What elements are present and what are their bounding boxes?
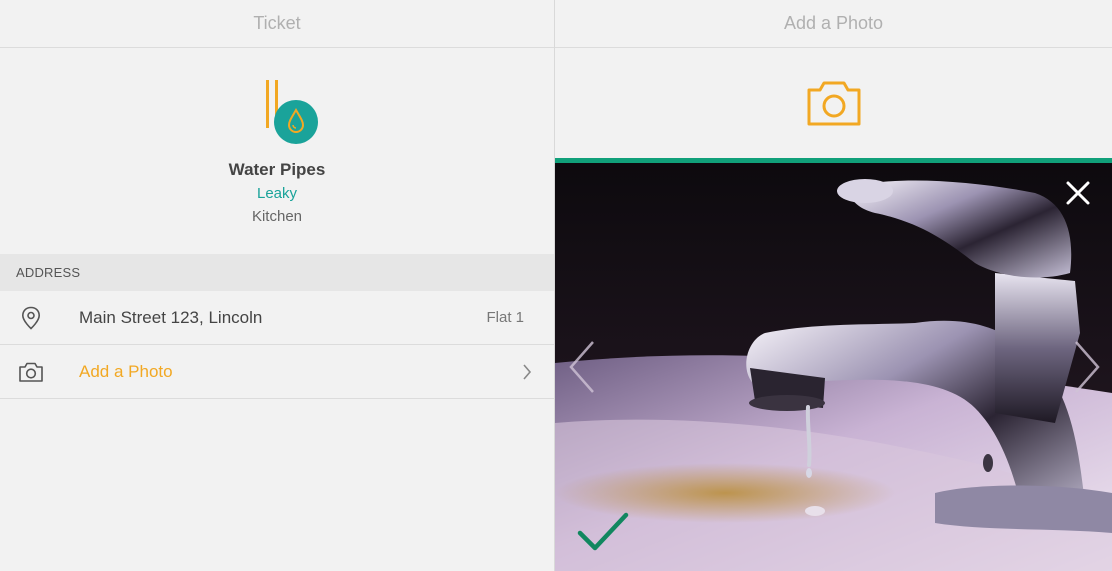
ticket-header: Ticket: [0, 0, 554, 48]
close-icon[interactable]: [1064, 179, 1092, 207]
add-photo-header: Add a Photo: [555, 0, 1112, 48]
add-photo-row[interactable]: Add a Photo: [0, 345, 554, 399]
ticket-header-title: Ticket: [253, 13, 301, 33]
address-unit: Flat 1: [486, 309, 524, 326]
ticket-title: Water Pipes: [228, 160, 326, 179]
dripping-faucet-photo: [555, 163, 1112, 571]
camera-icon[interactable]: [806, 79, 862, 127]
camera-icon: [0, 361, 62, 383]
checkmark-icon[interactable]: [577, 511, 629, 553]
chevron-left-icon[interactable]: [567, 339, 597, 395]
address-section-header: ADDRESS: [0, 254, 554, 291]
add-photo-header-title: Add a Photo: [783, 13, 884, 33]
address-row[interactable]: Main Street 123, Lincoln Flat 1: [0, 291, 554, 345]
ticket-summary: Water Pipes Leaky Kitchen: [0, 48, 554, 254]
chevron-right-icon[interactable]: [1072, 339, 1102, 395]
ticket-status: Leaky: [256, 185, 298, 202]
ticket-pane: Ticket Water Pipes Leaky Kitchen ADDRESS…: [0, 0, 554, 571]
address-section-label: ADDRESS: [16, 265, 81, 280]
location-pin-icon: [0, 306, 62, 330]
add-photo-label: Add a Photo: [79, 361, 173, 381]
camera-capture-area[interactable]: [555, 48, 1112, 158]
chevron-right-icon: [523, 364, 532, 380]
water-pipes-icon: [266, 80, 318, 144]
address-text: Main Street 123, Lincoln: [79, 307, 263, 327]
ticket-room: Kitchen: [251, 208, 303, 225]
add-photo-pane: Add a Photo: [555, 0, 1112, 571]
